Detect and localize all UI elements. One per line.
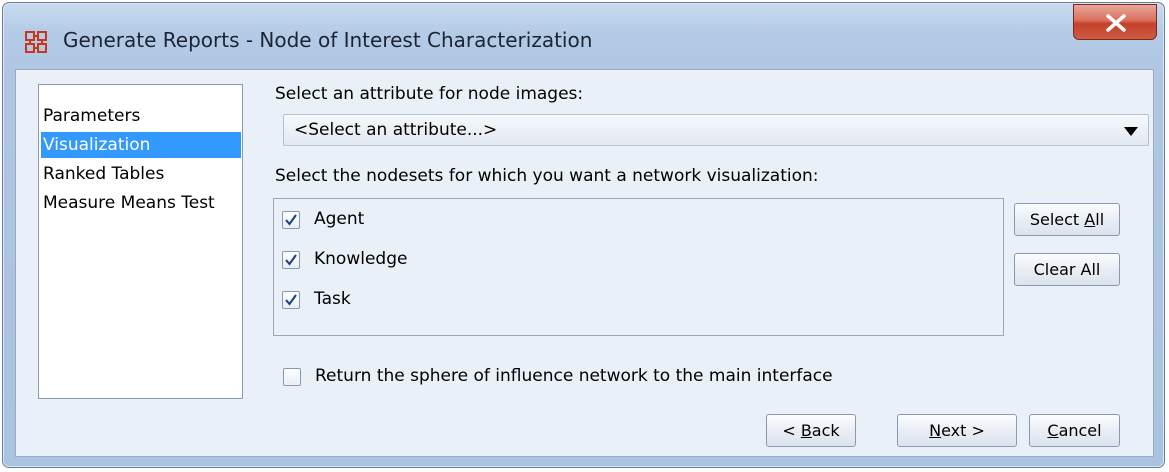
button-mnemonic: N: [929, 421, 942, 440]
back-button[interactable]: < Back: [766, 414, 856, 447]
checkbox[interactable]: [282, 251, 300, 269]
attribute-select-value: <Select an attribute...>: [294, 120, 498, 140]
check-icon: [285, 294, 297, 306]
button-text: ancel: [1058, 421, 1102, 440]
nav-item-ranked-tables[interactable]: Ranked Tables: [41, 161, 241, 187]
close-button[interactable]: [1073, 4, 1157, 40]
dialog-content: Parameters Visualization Ranked Tables M…: [15, 69, 1154, 457]
app-icon: [25, 31, 47, 53]
button-mnemonic: A: [1084, 210, 1096, 229]
select-all-button[interactable]: Select All: [1014, 203, 1120, 236]
button-text: Select: [1029, 210, 1085, 229]
window-title: Generate Reports - Node of Interest Char…: [63, 28, 593, 52]
nodeset-label: Knowledge: [314, 249, 408, 269]
button-mnemonic: C: [1047, 421, 1059, 440]
button-text: <: [782, 421, 801, 440]
nav-item-parameters[interactable]: Parameters: [41, 103, 241, 129]
close-icon: [1106, 14, 1126, 32]
cancel-button[interactable]: Cancel: [1029, 414, 1120, 447]
attribute-label: Select an attribute for node images:: [275, 84, 584, 104]
section-list: Parameters Visualization Ranked Tables M…: [38, 84, 243, 399]
next-button[interactable]: Next >: [897, 414, 1017, 447]
check-icon: [285, 254, 297, 266]
checkbox[interactable]: [282, 291, 300, 309]
clear-all-button[interactable]: Clear All: [1014, 253, 1120, 286]
sphere-label: Return the sphere of influence network t…: [315, 366, 833, 386]
dialog-window: Generate Reports - Node of Interest Char…: [2, 2, 1165, 468]
nav-item-measure-means-test[interactable]: Measure Means Test: [41, 190, 241, 216]
check-icon: [285, 214, 297, 226]
attribute-select[interactable]: <Select an attribute...>: [283, 114, 1149, 146]
nodeset-label: Task: [314, 289, 351, 309]
nodeset-list: Agent Knowledge Task: [273, 198, 1004, 336]
title-bar[interactable]: Generate Reports - Node of Interest Char…: [3, 3, 1164, 69]
button-mnemonic: B: [800, 421, 812, 440]
nodesets-label: Select the nodesets for which you want a…: [275, 166, 819, 186]
chevron-down-icon: [1124, 127, 1138, 136]
nodeset-label: Agent: [314, 209, 365, 229]
checkbox[interactable]: [282, 211, 300, 229]
button-text: ack: [811, 421, 840, 440]
button-text: ll: [1095, 210, 1105, 229]
button-text: ext >: [941, 421, 985, 440]
checkbox[interactable]: [283, 368, 301, 386]
nav-item-visualization[interactable]: Visualization: [41, 132, 241, 158]
